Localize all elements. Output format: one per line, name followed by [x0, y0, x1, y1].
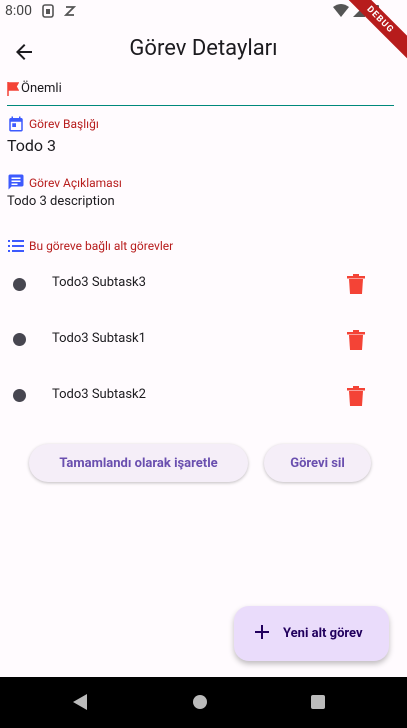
- new-subtask-label: Yeni alt görev: [283, 626, 363, 641]
- mark-complete-button[interactable]: Tamamlandı olarak işaretle: [29, 444, 248, 482]
- subtask-item[interactable]: Todo3 Subtask1: [0, 312, 407, 368]
- new-subtask-button[interactable]: Yeni alt görev: [234, 606, 389, 661]
- nav-recents-icon[interactable]: [311, 695, 325, 709]
- sync-icon: [64, 6, 76, 16]
- list-icon: [8, 240, 24, 252]
- bullet-icon: [13, 333, 26, 346]
- nav-home-icon[interactable]: [193, 695, 207, 709]
- app-bar: Görev Detayları: [0, 24, 407, 76]
- plus-icon: [255, 625, 269, 639]
- task-description-label: Görev Açıklaması: [29, 176, 122, 190]
- nav-back-icon[interactable]: [73, 694, 87, 710]
- subtask-item[interactable]: Todo3 Subtask3: [0, 256, 407, 312]
- bullet-icon: [13, 278, 26, 291]
- navigation-bar: [0, 677, 407, 728]
- priority-label: Önemli: [21, 81, 62, 96]
- subtask-item[interactable]: Todo3 Subtask2: [0, 367, 407, 423]
- status-bar: 8:00: [0, 0, 407, 24]
- page-title: Görev Detayları: [129, 36, 278, 61]
- status-time: 8:00: [5, 3, 32, 19]
- subtask-name: Todo3 Subtask1: [52, 331, 146, 346]
- calendar-icon: [9, 116, 23, 132]
- task-description-value: Todo 3 description: [7, 194, 115, 209]
- delete-icon[interactable]: [347, 330, 365, 350]
- flag-icon: [7, 82, 19, 96]
- sim-icon: [42, 4, 54, 18]
- wifi-icon: [333, 4, 349, 17]
- comment-icon: [8, 174, 24, 190]
- bullet-icon: [13, 389, 26, 402]
- priority-field[interactable]: Önemli: [7, 80, 394, 106]
- delete-icon[interactable]: [347, 386, 365, 406]
- task-title-label: Görev Başlığı: [29, 117, 99, 131]
- delete-task-button[interactable]: Görevi sil: [264, 444, 371, 482]
- subtasks-header: Bu göreve bağlı alt görevler: [29, 239, 174, 253]
- subtask-name: Todo3 Subtask3: [52, 275, 146, 290]
- delete-icon[interactable]: [347, 274, 365, 294]
- task-title-value: Todo 3: [7, 136, 57, 155]
- subtask-name: Todo3 Subtask2: [52, 387, 146, 402]
